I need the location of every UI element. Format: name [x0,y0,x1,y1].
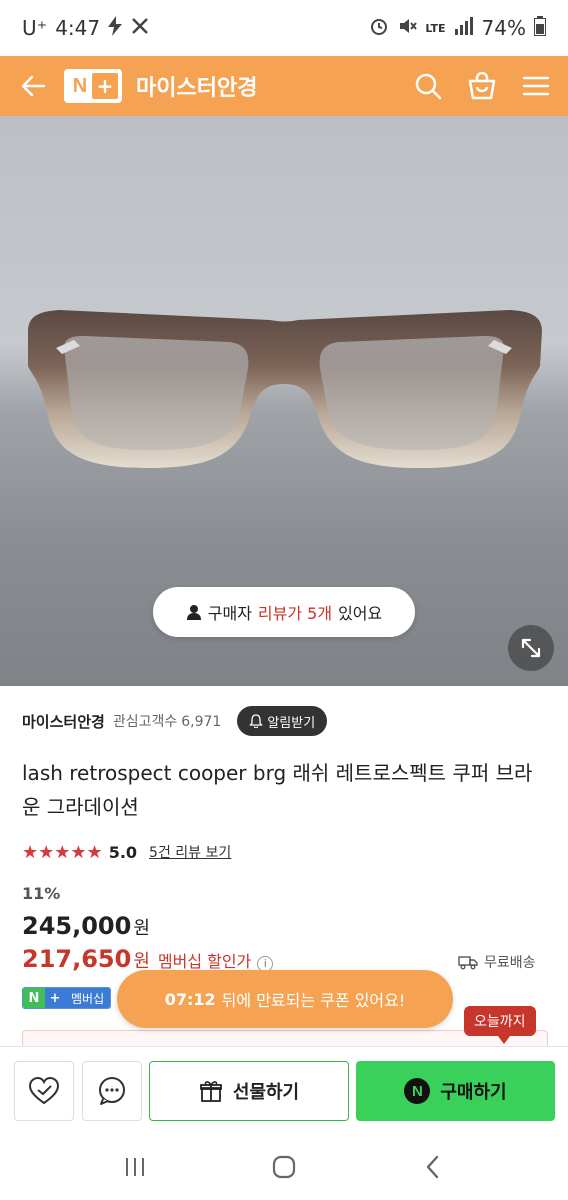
gift-icon [199,1081,222,1102]
coupon-timer: 07:12 [164,989,216,1009]
review-link[interactable]: 5건 리뷰 보기 [149,842,231,862]
search-icon[interactable] [412,70,444,102]
member-price: 217,650 원 멤버십 할인가 i [22,945,274,973]
shipping-label: 무료배송 [484,955,536,971]
notify-button[interactable]: 알림받기 [237,706,328,736]
store-row: 마이스터안경 관심고객수 6,971 알림받기 [22,704,552,738]
fans-label: 관심고객수 [112,714,178,730]
original-price-unit: 원 [133,918,150,939]
app-header: N + 마이스터안경 [0,56,568,116]
cart-icon[interactable] [466,70,498,102]
battery-icon [534,15,546,41]
buy-button[interactable]: N 구매하기 [356,1061,555,1121]
status-bar: U⁺ 4:47 LTE 74% [0,0,568,56]
menu-icon[interactable] [520,70,552,102]
bottom-action-bar: 선물하기 N 구매하기 [0,1046,568,1134]
badge-n: N [23,988,45,1008]
gift-button[interactable]: 선물하기 [149,1061,349,1121]
gift-label: 선물하기 [232,1082,300,1103]
chat-bubble-icon [99,1077,125,1105]
back-arrow-icon[interactable] [16,69,50,103]
buy-label: 구매하기 [440,1082,507,1103]
buyer-review-pill[interactable]: 구매자 리뷰가 5개 있어요 [153,587,415,637]
network-label: LTE [425,21,446,35]
person-icon [186,604,202,620]
expand-image-button[interactable] [508,625,554,671]
tools-icon [130,16,150,41]
bolt-icon [108,15,123,41]
review-pill-prefix: 구매자 [207,604,252,623]
truck-icon [458,956,478,970]
fans-number: 6,971 [181,714,222,730]
fans-count: 관심고객수 6,971 [113,711,222,731]
review-pill-suffix: 있어요 [338,604,383,623]
expand-icon [521,638,541,658]
rating-score: 5.0 [108,842,138,862]
review-pill-highlight: 리뷰가 5개 [257,604,333,623]
coupon-message: 뒤에 만료되는 쿠폰 있어요! [221,991,406,1010]
coupon-expiry-toast[interactable]: 07:12 뒤에 만료되는 쿠폰 있어요! [117,970,453,1028]
logo-n: N [72,74,88,97]
store-logo[interactable]: N + [64,69,122,103]
chat-button[interactable] [82,1061,142,1121]
alarm-icon [369,16,389,41]
bell-plus-icon [249,714,264,728]
mute-icon [397,16,418,41]
membership-badge: N + 멤버십 [22,987,112,1009]
notify-label: 알림받기 [267,715,316,731]
battery-label: 74% [481,16,526,40]
original-price: 245,000 원 [22,912,150,940]
store-title[interactable]: 마이스터안경 [136,70,257,102]
original-price-value: 245,000 [22,912,132,940]
system-nav-bar [0,1134,568,1200]
naver-pay-icon: N [404,1078,431,1104]
signal-icon [454,16,474,40]
shipping-info: 무료배송 [458,952,536,972]
product-title: lash retrospect cooper brg 래쉬 레트로스펙트 쿠퍼 … [22,761,533,819]
member-price-value: 217,650 [22,945,132,973]
recent-apps-icon[interactable] [115,1147,155,1187]
wishlist-button[interactable] [14,1061,74,1121]
badge-text: 멤버십 [65,988,111,1008]
back-icon[interactable] [413,1147,453,1187]
rating-row: ★★★★★ 5.0 5건 리뷰 보기 [22,840,231,864]
member-price-label: 멤버십 할인가 [157,952,252,971]
home-icon[interactable] [264,1147,304,1187]
time-label: 4:47 [55,16,101,40]
store-name[interactable]: 마이스터안경 [22,711,105,732]
badge-plus: + [45,988,65,1008]
carrier-label: U⁺ [22,16,48,40]
heart-check-icon [28,1076,60,1105]
discount-rate: 11% [22,884,61,903]
rating-stars-icon: ★★★★★ [22,841,103,863]
today-only-tag: 오늘까지 [464,1006,536,1044]
logo-plus: + [92,73,118,99]
